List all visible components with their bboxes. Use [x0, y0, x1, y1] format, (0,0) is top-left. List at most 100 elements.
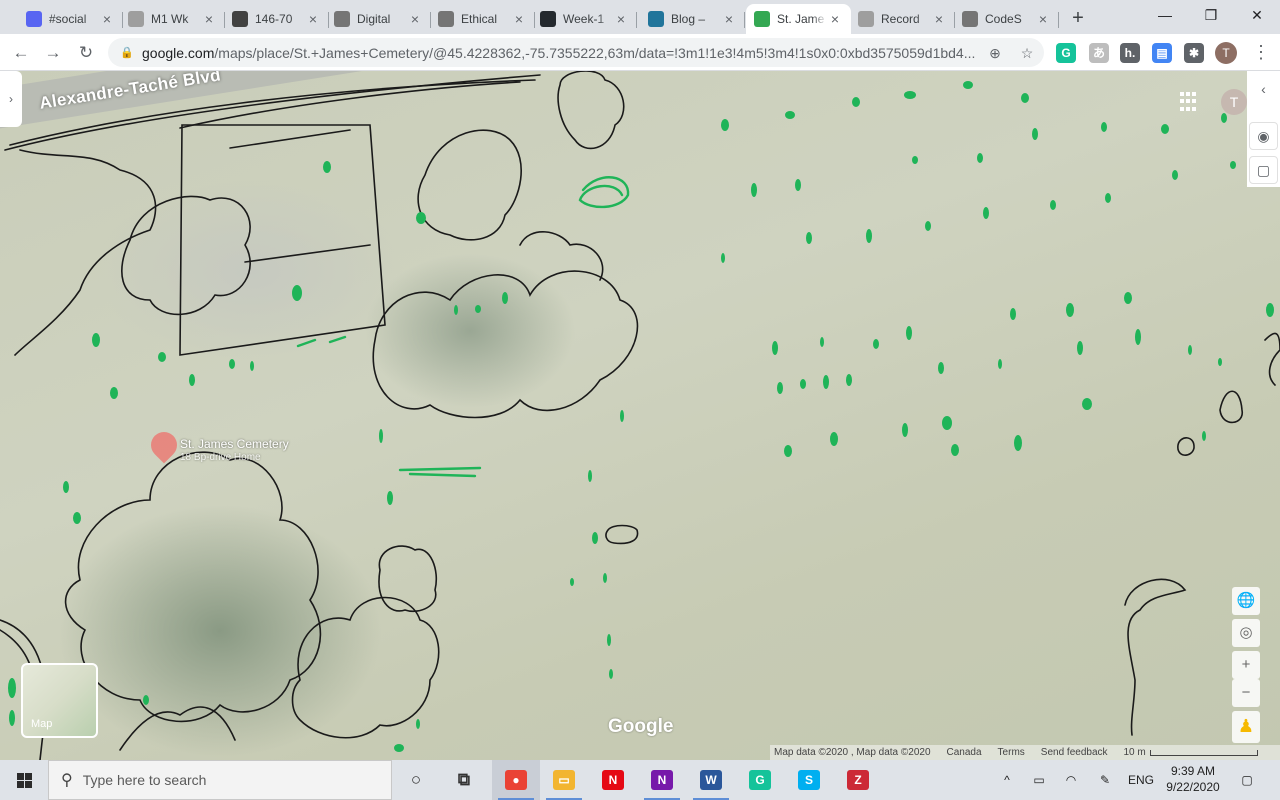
grammarly-icon[interactable]: G [1056, 43, 1076, 63]
terms-link[interactable]: Terms [998, 747, 1025, 758]
tab-title: 146-70 [255, 12, 293, 26]
browser-tab[interactable]: Record × [850, 4, 955, 34]
account-avatar[interactable]: T [1221, 89, 1247, 115]
translate-icon[interactable]: あ [1089, 43, 1109, 63]
minimize-button[interactable]: — [1142, 0, 1188, 30]
tree-sketch [14, 149, 157, 356]
my-location-icon[interactable]: ◎ [1232, 619, 1260, 647]
country-link[interactable]: Canada [947, 747, 982, 758]
url-path: /maps/place/St.+James+Cemetery/@45.42283… [214, 44, 976, 61]
language-indicator[interactable]: ENG [1126, 760, 1156, 800]
stone-sketch [605, 524, 639, 545]
taskbar-app[interactable]: N [638, 760, 686, 800]
close-window-button[interactable]: ✕ [1234, 0, 1280, 30]
tab-title: CodeS [985, 12, 1022, 26]
tab-favicon-icon [540, 11, 556, 27]
taskbar-app[interactable]: W [687, 760, 735, 800]
back-button[interactable]: ← [8, 40, 34, 66]
forward-button[interactable]: → [40, 40, 66, 66]
url-text[interactable]: google.com/maps/place/St.+James+Cemetery… [142, 45, 977, 61]
puzzle-icon[interactable]: ✱ [1184, 43, 1204, 63]
tab-close-icon[interactable]: × [201, 11, 217, 27]
google-apps-icon[interactable] [1180, 92, 1200, 112]
tree-sketch [557, 71, 625, 150]
browser-toolbar: ← → ↻ 🔒 google.com/maps/place/St.+James+… [0, 34, 1280, 71]
tree-sketch [1124, 578, 1187, 736]
send-feedback-link[interactable]: Send feedback [1041, 747, 1108, 758]
chrome-menu-icon[interactable]: ⋮ [1252, 42, 1270, 64]
pen-icon[interactable]: ✎ [1094, 760, 1116, 800]
bookmark-star-icon[interactable]: ☆ [1018, 44, 1036, 62]
browser-tab[interactable]: St. Jame × [746, 4, 851, 34]
taskbar-app[interactable]: ⧉ [440, 760, 488, 800]
tab-strip: #social × M1 Wk × 146-70 × Digital × Ethical × Wee… [0, 0, 1280, 34]
reload-button[interactable]: ↻ [73, 40, 99, 66]
taskbar-app[interactable]: Z [834, 760, 882, 800]
clock[interactable]: 9:39 AM 9/22/2020 [1158, 763, 1228, 795]
map-data-credit: Map data ©2020 , Map data ©2020 [774, 747, 931, 758]
tab-close-icon[interactable]: × [827, 11, 843, 27]
tab-close-icon[interactable]: × [721, 11, 737, 27]
taskbar-search[interactable]: ⚲ Type here to search [48, 760, 392, 800]
new-tab-button[interactable]: + [1065, 6, 1091, 32]
cortana-icon: ○ [410, 770, 422, 789]
taskbar-app[interactable]: ○ [392, 760, 440, 800]
file-explorer-icon: ▭ [553, 770, 575, 790]
taskbar-app[interactable]: N [589, 760, 637, 800]
tab-title: #social [49, 12, 87, 26]
tab-title: Record [881, 12, 920, 26]
browser-tab[interactable]: Ethical × [430, 4, 535, 34]
battery-icon[interactable]: ▭ [1028, 760, 1050, 800]
url-host: google.com [142, 44, 215, 61]
address-bar[interactable]: 🔒 google.com/maps/place/St.+James+Cemete… [108, 38, 1044, 67]
browser-tab[interactable]: Digital × [326, 4, 431, 34]
tab-title: Blog – [671, 12, 706, 26]
docs-icon[interactable]: ▤ [1152, 43, 1172, 63]
clock-time: 9:39 AM [1170, 764, 1216, 778]
scale-label[interactable]: 10 m [1124, 747, 1146, 758]
place-name[interactable]: St. James Cemetery [180, 437, 289, 451]
restore-button[interactable]: ❐ [1188, 0, 1234, 30]
browser-tab[interactable]: #social × [18, 4, 123, 34]
notification-icon[interactable]: ▢ [1236, 760, 1258, 800]
tab-close-icon[interactable]: × [613, 11, 629, 27]
taskbar-app[interactable]: G [736, 760, 784, 800]
grave-dots [8, 81, 1274, 752]
globe-view-icon[interactable]: 🌐 [1232, 587, 1260, 615]
onenote-icon: N [651, 770, 673, 790]
taskbar-app[interactable]: ▭ [540, 760, 588, 800]
browser-tab[interactable]: Blog – × [640, 4, 745, 34]
tab-close-icon[interactable]: × [511, 11, 527, 27]
eye-icon[interactable]: ◉ [1249, 122, 1278, 150]
start-button[interactable] [0, 760, 48, 800]
add-icon[interactable]: ⊕ [986, 44, 1004, 62]
browser-tab[interactable]: CodeS × [954, 4, 1059, 34]
tab-close-icon[interactable]: × [407, 11, 423, 27]
browser-tab[interactable]: Week-1 × [532, 4, 637, 34]
zoom-out-button[interactable]: − [1232, 679, 1260, 707]
google-logo: Google [608, 716, 674, 737]
map-canvas[interactable]: Alexandre-Taché Blvd St. James Cemetery … [0, 71, 1280, 760]
layers-thumbnail[interactable]: Map [21, 663, 98, 738]
side-panel-expand-button[interactable]: › [0, 71, 22, 127]
clock-date: 9/22/2020 [1166, 780, 1220, 794]
taskbar-app[interactable]: ● [492, 760, 540, 800]
tray-chevron-icon[interactable]: ^ [996, 760, 1018, 800]
hypothesis-icon[interactable]: h. [1120, 43, 1140, 63]
browser-tab[interactable]: M1 Wk × [120, 4, 225, 34]
collapse-panel-icon[interactable]: ‹ [1249, 76, 1278, 104]
taskbar-app[interactable]: S [785, 760, 833, 800]
zotero-icon: Z [847, 770, 869, 790]
sticky-note-icon[interactable]: ▢ [1249, 156, 1278, 184]
tab-close-icon[interactable]: × [1035, 11, 1051, 27]
tab-close-icon[interactable]: × [931, 11, 947, 27]
pegman-icon[interactable]: ♟ [1232, 711, 1260, 743]
tab-favicon-icon [128, 11, 144, 27]
tab-close-icon[interactable]: × [99, 11, 115, 27]
skype-icon: S [798, 770, 820, 790]
browser-tab[interactable]: 146-70 × [224, 4, 329, 34]
profile-avatar[interactable]: T [1215, 42, 1237, 64]
zoom-in-button[interactable]: + [1232, 651, 1260, 679]
tab-close-icon[interactable]: × [305, 11, 321, 27]
wifi-icon[interactable]: ◠ [1060, 760, 1082, 800]
